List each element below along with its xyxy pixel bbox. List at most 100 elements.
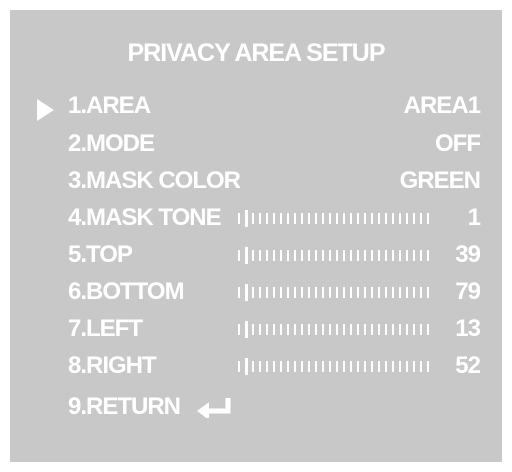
menu-item-left[interactable]: 7.LEFT 13 <box>10 314 502 344</box>
slider-tick <box>259 324 261 335</box>
privacy-area-setup-menu: PRIVACY AREA SETUP 1.AREA AREA1 2.MODE O… <box>10 10 502 462</box>
slider-tick <box>420 361 422 372</box>
slider-tick <box>420 324 422 335</box>
slider-tick <box>399 324 401 335</box>
menu-item-label: 8.RIGHT <box>68 352 157 379</box>
slider-tick <box>378 250 380 261</box>
slider-tick <box>329 361 331 372</box>
menu-item-mask-color[interactable]: 3.MASK COLOR GREEN <box>10 166 502 196</box>
slider-tick <box>252 213 254 224</box>
menu-item-label: 7.LEFT <box>68 315 143 342</box>
menu-item-label: 5.TOP <box>68 241 133 268</box>
slider-tick <box>392 250 394 261</box>
slider-tick <box>259 250 261 261</box>
slider-tick <box>350 324 352 335</box>
slider-tick <box>427 361 429 372</box>
slider-tick <box>336 287 338 298</box>
mask-tone-slider[interactable] <box>238 210 430 227</box>
slider-tick <box>308 213 310 224</box>
slider-tick <box>322 213 324 224</box>
slider-tick <box>329 250 331 261</box>
slider-tick <box>392 287 394 298</box>
slider-tick <box>273 287 275 298</box>
slider-tick <box>259 213 261 224</box>
menu-item-bottom[interactable]: 6.BOTTOM 79 <box>10 277 502 307</box>
slider-tick <box>266 361 268 372</box>
slider-tick <box>287 250 289 261</box>
slider-tick <box>385 250 387 261</box>
slider-tick <box>294 287 296 298</box>
slider-tick <box>294 324 296 335</box>
slider-tick <box>357 287 359 298</box>
menu-item-mask-tone[interactable]: 4.MASK TONE 1 <box>10 203 502 233</box>
menu-item-value: 39 <box>455 241 481 268</box>
slider-tick <box>364 213 366 224</box>
slider-tick <box>385 324 387 335</box>
slider-tick <box>238 287 240 298</box>
slider-tick <box>357 250 359 261</box>
bottom-slider[interactable] <box>238 284 430 301</box>
menu-item-area[interactable]: 1.AREA AREA1 <box>10 91 502 121</box>
slider-tick <box>266 324 268 335</box>
slider-tick <box>357 361 359 372</box>
slider-tick <box>273 361 275 372</box>
slider-tick <box>357 213 359 224</box>
slider-tick <box>392 361 394 372</box>
slider-tick <box>238 361 240 372</box>
slider-tick <box>413 250 415 261</box>
slider-tick <box>280 287 282 298</box>
slider-tick <box>280 324 282 335</box>
slider-tick <box>371 287 373 298</box>
slider-tick <box>399 287 401 298</box>
menu-item-label: 1.AREA <box>68 92 151 119</box>
slider-tick <box>287 213 289 224</box>
slider-tick <box>350 250 352 261</box>
slider-tick <box>364 287 366 298</box>
slider-tick <box>294 250 296 261</box>
top-slider[interactable] <box>238 247 430 264</box>
slider-tick <box>273 250 275 261</box>
slider-tick <box>427 213 429 224</box>
slider-tick <box>252 324 254 335</box>
slider-tick <box>343 213 345 224</box>
slider-tick <box>322 361 324 372</box>
slider-tick <box>378 361 380 372</box>
slider-tick <box>329 287 331 298</box>
slider-marker <box>245 247 248 264</box>
menu-item-mode[interactable]: 2.MODE OFF <box>10 129 502 159</box>
slider-tick <box>406 361 408 372</box>
slider-tick <box>406 250 408 261</box>
slider-tick <box>371 250 373 261</box>
menu-item-right[interactable]: 8.RIGHT 52 <box>10 351 502 381</box>
slider-tick <box>252 250 254 261</box>
menu-item-top[interactable]: 5.TOP 39 <box>10 240 502 270</box>
slider-tick <box>427 287 429 298</box>
menu-item-value: 1 <box>467 204 481 231</box>
slider-tick <box>238 250 240 261</box>
menu-item-label: 4.MASK TONE <box>68 204 222 231</box>
slider-tick <box>350 287 352 298</box>
slider-tick <box>301 213 303 224</box>
slider-tick <box>343 250 345 261</box>
slider-tick <box>336 324 338 335</box>
left-slider[interactable] <box>238 321 430 338</box>
menu-item-label: 2.MODE <box>68 130 155 157</box>
slider-tick <box>378 213 380 224</box>
right-slider[interactable] <box>238 358 430 375</box>
menu-item-return[interactable]: 9.RETURN <box>10 392 502 422</box>
menu-item-value: 52 <box>455 352 481 379</box>
slider-tick <box>315 213 317 224</box>
slider-tick <box>266 213 268 224</box>
slider-tick <box>392 213 394 224</box>
slider-tick <box>266 250 268 261</box>
slider-tick <box>371 324 373 335</box>
slider-tick <box>301 287 303 298</box>
menu-item-label: 9.RETURN <box>68 393 181 420</box>
slider-tick <box>427 250 429 261</box>
slider-tick <box>252 287 254 298</box>
slider-tick <box>301 324 303 335</box>
menu-item-label: 3.MASK COLOR <box>68 167 241 194</box>
slider-tick <box>273 324 275 335</box>
slider-tick <box>378 324 380 335</box>
slider-tick <box>301 361 303 372</box>
